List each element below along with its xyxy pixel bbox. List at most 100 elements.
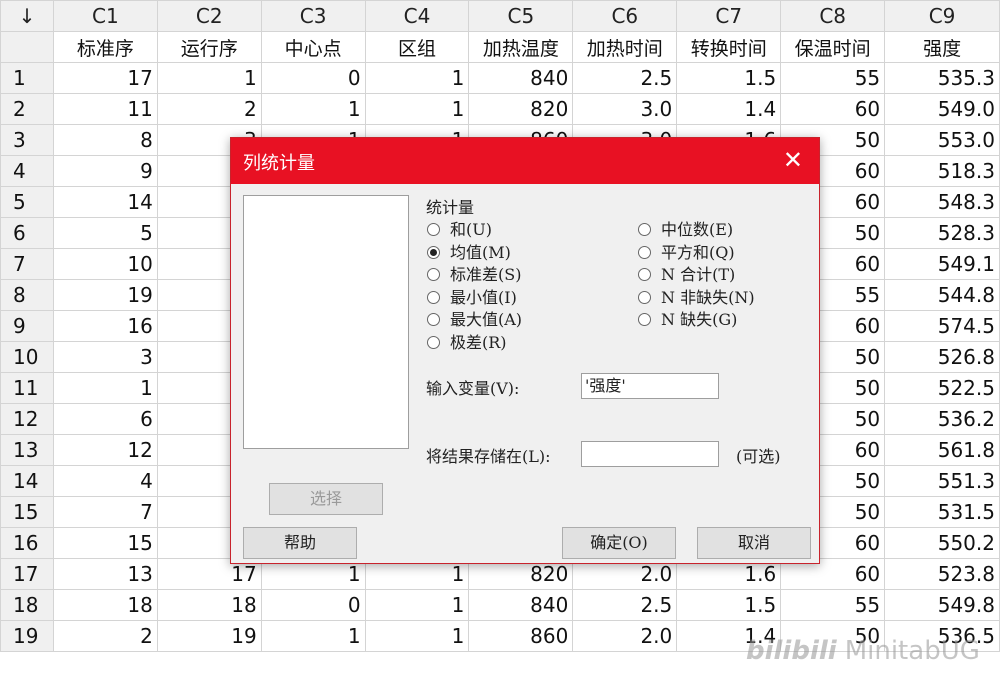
input-variable-field[interactable]: '强度' bbox=[581, 373, 719, 399]
radio-icon[interactable] bbox=[638, 313, 651, 327]
table-cell[interactable]: 18 bbox=[52, 589, 158, 621]
table-cell[interactable]: 549.8 bbox=[884, 589, 1000, 621]
row-number[interactable]: 6 bbox=[0, 217, 54, 249]
radio-icon[interactable] bbox=[427, 268, 440, 282]
radio-option[interactable]: 极差(R) bbox=[427, 329, 507, 353]
column-header-c2[interactable]: C2 bbox=[156, 0, 262, 32]
table-cell[interactable]: 19 bbox=[52, 279, 158, 311]
table-cell[interactable]: 3 bbox=[52, 341, 158, 373]
table-cell[interactable]: 1 bbox=[260, 93, 366, 125]
table-cell[interactable]: 526.8 bbox=[884, 341, 1000, 373]
table-cell[interactable]: 549.0 bbox=[884, 93, 1000, 125]
radio-icon[interactable] bbox=[427, 313, 440, 327]
table-cell[interactable]: 551.3 bbox=[884, 465, 1000, 497]
table-cell[interactable]: 536.2 bbox=[884, 403, 1000, 435]
table-cell[interactable]: 1.5 bbox=[676, 62, 782, 94]
table-cell[interactable]: 523.8 bbox=[884, 558, 1000, 590]
radio-icon[interactable] bbox=[427, 290, 440, 304]
radio-icon[interactable] bbox=[638, 223, 651, 236]
radio-icon[interactable] bbox=[427, 223, 440, 236]
table-cell[interactable]: 7 bbox=[52, 496, 158, 528]
column-header-c6[interactable]: C6 bbox=[572, 0, 678, 32]
radio-icon[interactable] bbox=[638, 290, 651, 304]
table-cell[interactable]: 2 bbox=[52, 620, 158, 652]
table-cell[interactable]: 10 bbox=[52, 248, 158, 280]
row-number[interactable]: 10 bbox=[0, 341, 54, 373]
column-name-cell[interactable]: 加热时间 bbox=[572, 31, 678, 63]
radio-option[interactable]: 平方和(Q) bbox=[638, 239, 735, 263]
row-number[interactable]: 18 bbox=[0, 589, 54, 621]
column-header-c8[interactable]: C8 bbox=[780, 0, 886, 32]
radio-option[interactable]: 和(U) bbox=[427, 216, 492, 240]
row-number[interactable]: 4 bbox=[0, 155, 54, 187]
radio-option[interactable]: 最小值(I) bbox=[427, 284, 517, 308]
row-number[interactable]: 3 bbox=[0, 124, 54, 156]
table-cell[interactable]: 1 bbox=[364, 93, 470, 125]
row-number[interactable]: 9 bbox=[0, 310, 54, 342]
radio-icon[interactable] bbox=[638, 268, 651, 282]
table-cell[interactable]: 549.1 bbox=[884, 248, 1000, 280]
table-cell[interactable]: 0 bbox=[260, 62, 366, 94]
row-number[interactable]: 19 bbox=[0, 620, 54, 652]
table-cell[interactable]: 840 bbox=[468, 62, 574, 94]
radio-icon[interactable] bbox=[638, 245, 651, 259]
table-cell[interactable]: 544.8 bbox=[884, 279, 1000, 311]
ok-button[interactable]: 确定(O) bbox=[562, 527, 676, 559]
column-header-c5[interactable]: C5 bbox=[468, 0, 574, 32]
select-button[interactable]: 选择 bbox=[269, 483, 383, 515]
table-cell[interactable]: 60 bbox=[780, 93, 886, 125]
table-cell[interactable]: 4 bbox=[52, 465, 158, 497]
radio-option[interactable]: N 缺失(G) bbox=[638, 306, 737, 330]
table-cell[interactable]: 1 bbox=[260, 620, 366, 652]
table-cell[interactable]: 5 bbox=[52, 217, 158, 249]
table-cell[interactable]: 1 bbox=[156, 62, 262, 94]
table-cell[interactable]: 860 bbox=[468, 620, 574, 652]
radio-option[interactable]: N 合计(T) bbox=[638, 261, 735, 285]
column-name-cell[interactable]: 区组 bbox=[364, 31, 470, 63]
column-name-cell[interactable]: 转换时间 bbox=[676, 31, 782, 63]
table-cell[interactable]: 840 bbox=[468, 589, 574, 621]
table-cell[interactable]: 522.5 bbox=[884, 372, 1000, 404]
row-number[interactable]: 5 bbox=[0, 186, 54, 218]
help-button[interactable]: 帮助 bbox=[243, 527, 357, 559]
table-cell[interactable]: 548.3 bbox=[884, 186, 1000, 218]
radio-option[interactable]: 中位数(E) bbox=[638, 216, 733, 240]
row-number[interactable]: 12 bbox=[0, 403, 54, 435]
table-cell[interactable]: 12 bbox=[52, 434, 158, 466]
table-cell[interactable]: 550.2 bbox=[884, 527, 1000, 559]
table-cell[interactable]: 55 bbox=[780, 589, 886, 621]
table-cell[interactable]: 2.0 bbox=[572, 620, 678, 652]
radio-option[interactable]: 均值(M) bbox=[427, 239, 511, 263]
row-number[interactable]: 11 bbox=[0, 372, 54, 404]
table-cell[interactable]: 14 bbox=[52, 186, 158, 218]
row-number[interactable]: 2 bbox=[0, 93, 54, 125]
table-cell[interactable]: 1 bbox=[52, 372, 158, 404]
table-cell[interactable]: 518.3 bbox=[884, 155, 1000, 187]
table-cell[interactable]: 55 bbox=[780, 62, 886, 94]
table-cell[interactable]: 2.5 bbox=[572, 62, 678, 94]
column-header-c1[interactable]: C1 bbox=[52, 0, 158, 32]
table-cell[interactable]: 1 bbox=[364, 62, 470, 94]
column-name-cell[interactable]: 中心点 bbox=[260, 31, 366, 63]
table-cell[interactable]: 2.5 bbox=[572, 589, 678, 621]
table-cell[interactable]: 2 bbox=[156, 93, 262, 125]
table-cell[interactable]: 3.0 bbox=[572, 93, 678, 125]
cancel-button[interactable]: 取消 bbox=[697, 527, 811, 559]
table-cell[interactable]: 15 bbox=[52, 527, 158, 559]
row-number[interactable]: 13 bbox=[0, 434, 54, 466]
row-number[interactable]: 17 bbox=[0, 558, 54, 590]
column-name-cell[interactable]: 保温时间 bbox=[780, 31, 886, 63]
row-number[interactable]: 16 bbox=[0, 527, 54, 559]
column-name-cell[interactable]: 运行序 bbox=[156, 31, 262, 63]
row-number[interactable]: 14 bbox=[0, 465, 54, 497]
table-cell[interactable]: 6 bbox=[52, 403, 158, 435]
row-number[interactable]: 1 bbox=[0, 62, 54, 94]
table-cell[interactable]: 18 bbox=[156, 589, 262, 621]
table-cell[interactable]: 561.8 bbox=[884, 434, 1000, 466]
radio-icon[interactable] bbox=[427, 336, 440, 349]
table-cell[interactable]: 535.3 bbox=[884, 62, 1000, 94]
radio-option[interactable]: 标准差(S) bbox=[427, 261, 521, 285]
table-cell[interactable]: 13 bbox=[52, 558, 158, 590]
table-cell[interactable]: 8 bbox=[52, 124, 158, 156]
table-cell[interactable]: 1 bbox=[364, 620, 470, 652]
